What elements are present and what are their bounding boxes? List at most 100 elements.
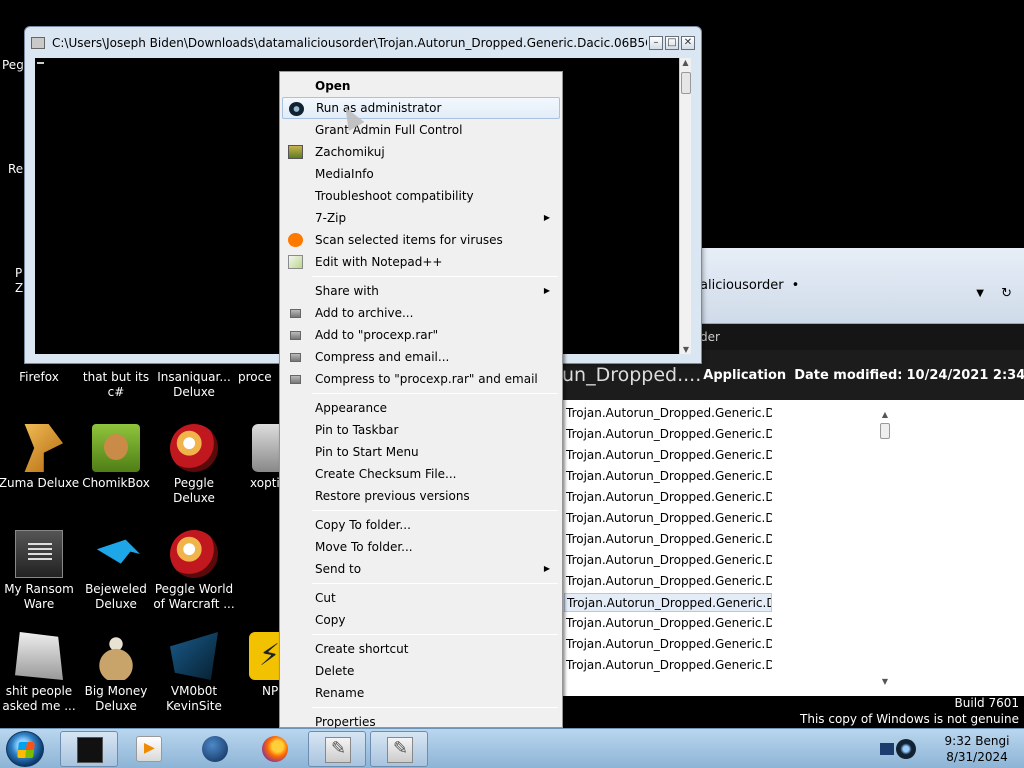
scroll-up-icon[interactable]: ▲	[878, 410, 892, 419]
scroll-thumb[interactable]	[880, 423, 890, 439]
menu-item-send-to[interactable]: Send to ▶	[282, 558, 560, 580]
menu-item-copy-to-folder[interactable]: Copy To folder...	[282, 514, 560, 536]
desktop-icon-procexp[interactable]: proce	[238, 370, 282, 385]
desktop-icon-label: shit people asked me ...	[2, 684, 76, 713]
scroll-up-icon[interactable]: ▲	[680, 58, 691, 67]
genuine-watermark: This copy of Windows is not genuine	[800, 712, 1019, 726]
file-list-item[interactable]: Trojan.Autorun_Dropped.Generic.Da...	[564, 530, 772, 549]
winrar-icon	[290, 309, 301, 318]
menu-item-appearance[interactable]: Appearance	[282, 397, 560, 419]
file-list-item[interactable]: Trojan.Autorun_Dropped.Generic.Da...	[564, 656, 772, 675]
desktop-icon-label: My Ransom Ware	[4, 582, 74, 611]
desktop-icon-bejeweled-deluxe[interactable]: Bejeweled Deluxe	[75, 530, 157, 612]
desktop-icon-xopti[interactable]: xopti	[244, 424, 284, 491]
firefox-task[interactable]	[246, 731, 304, 767]
notepad-task-1[interactable]	[308, 731, 366, 767]
shield-icon	[289, 102, 304, 116]
console-task[interactable]	[60, 731, 118, 767]
menu-item-7-zip[interactable]: 7-Zip ▶	[282, 207, 560, 229]
minimize-button[interactable]: –	[649, 36, 663, 50]
menu-item-restore-previous-versions[interactable]: Restore previous versions	[282, 485, 560, 507]
notepad-task-2[interactable]	[370, 731, 428, 767]
menu-item-rename[interactable]: Rename	[282, 682, 560, 704]
network-tray-icon[interactable]	[880, 737, 920, 761]
file-list-item[interactable]: Trojan.Autorun_Dropped.Generic.Da...	[564, 467, 772, 486]
details-date-label: Date modified:	[794, 367, 903, 383]
file-list-item[interactable]: Trojan.Autorun_Dropped.Generic.Da...	[564, 425, 772, 444]
menu-item-troubleshoot-compatibility[interactable]: Troubleshoot compatibility	[282, 185, 560, 207]
menu-separator	[312, 510, 558, 511]
maximize-button[interactable]: □	[665, 36, 679, 50]
scroll-down-icon[interactable]: ▼	[680, 345, 692, 354]
file-list-item[interactable]: Trojan.Autorun_Dropped.Generic.Da...	[564, 614, 772, 633]
file-list-item[interactable]: Trojan.Autorun_Dropped.Generic.Da...	[564, 509, 772, 528]
close-button[interactable]: ✕	[681, 36, 695, 50]
desktop-icon-chomikbox[interactable]: ChomikBox	[75, 424, 157, 491]
context-menu[interactable]: Open Run as administrator Grant Admin Full…	[279, 71, 563, 729]
menu-separator	[312, 634, 558, 635]
menu-item-create-shortcut[interactable]: Create shortcut	[282, 638, 560, 660]
globe-task[interactable]	[186, 731, 244, 767]
menu-item-label: Grant Admin Full Control	[315, 123, 463, 137]
desktop-icon-my-ransom-ware[interactable]: My Ransom Ware	[0, 530, 80, 612]
console-scrollbar[interactable]: ▲ ▼	[679, 58, 691, 354]
desktop-icon-that-but-its-csharp[interactable]: that but its c#	[75, 370, 157, 400]
menu-separator	[312, 583, 558, 584]
scroll-down-icon[interactable]: ▼	[878, 677, 892, 686]
file-list-item[interactable]: Trojan.Autorun_Dropped.Generic.Da...	[564, 551, 772, 570]
file-list-item[interactable]: Trojan.Autorun_Dropped.Generic.Da...	[564, 635, 772, 654]
menu-item-compress-to-procexp-rar-and-email[interactable]: Compress to "procexp.rar" and email	[282, 368, 560, 390]
taskbar-clock[interactable]: 9:32 Bengi 8/31/2024	[932, 733, 1022, 765]
chevron-down-icon[interactable]: ▼	[976, 288, 984, 299]
menu-item-label: Troubleshoot compatibility	[315, 189, 474, 203]
menu-item-add-to-archive[interactable]: Add to archive...	[282, 302, 560, 324]
menu-item-copy[interactable]: Copy	[282, 609, 560, 631]
menu-item-create-checksum-file[interactable]: Create Checksum File...	[282, 463, 560, 485]
desktop-icon-label: Peggle World of Warcraft ...	[153, 582, 235, 611]
desktop-partial-label: Re	[8, 162, 24, 176]
menu-item-mediainfo[interactable]: MediaInfo	[282, 163, 560, 185]
desktop-icon-label: NP	[262, 684, 279, 698]
refresh-icon[interactable]: ↻	[1001, 286, 1012, 301]
menu-item-label: Cut	[315, 591, 336, 605]
menu-item-share-with[interactable]: Share with ▶	[282, 280, 560, 302]
menu-item-compress-and-email[interactable]: Compress and email...	[282, 346, 560, 368]
vmbot-icon	[170, 632, 218, 680]
file-list-item[interactable]: Trojan.Autorun_Dropped.Generic.Da...	[564, 593, 772, 612]
menu-item-grant-admin-full-control[interactable]: Grant Admin Full Control	[282, 119, 560, 141]
menu-item-move-to-folder[interactable]: Move To folder...	[282, 536, 560, 558]
file-list-item[interactable]: Trojan.Autorun_Dropped.Generic.Da...	[564, 446, 772, 465]
menu-item-label: Compress and email...	[315, 350, 450, 364]
menu-item-edit-with-notepad[interactable]: Edit with Notepad++	[282, 251, 560, 273]
menu-item-open[interactable]: Open	[282, 75, 560, 97]
desktop-icon-peggle-wow[interactable]: Peggle World of Warcraft ...	[153, 530, 235, 612]
menu-item-label: Appearance	[315, 401, 388, 415]
file-list-scrollbar[interactable]: ▲ ▼	[878, 410, 892, 686]
desktop-icon-np[interactable]: NP	[244, 632, 280, 699]
menu-item-add-to-procexp-rar[interactable]: Add to "procexp.rar"	[282, 324, 560, 346]
media-player-task[interactable]	[120, 731, 178, 767]
menu-item-label: Edit with Notepad++	[315, 255, 443, 269]
desktop-icon-vm0b0t-kevinsite[interactable]: VM0b0t KevinSite	[153, 632, 235, 714]
desktop-icon-zuma-deluxe[interactable]: Zuma Deluxe	[0, 424, 80, 491]
menu-item-run-as-administrator[interactable]: Run as administrator	[282, 97, 560, 119]
menu-item-pin-to-start-menu[interactable]: Pin to Start Menu	[282, 441, 560, 463]
scroll-thumb[interactable]	[681, 72, 691, 94]
desktop-icon-label: proce	[238, 370, 272, 384]
desktop-icon-firefox[interactable]: Firefox	[0, 370, 80, 385]
file-list-item[interactable]: Trojan.Autorun_Dropped.Generic.Da...	[564, 572, 772, 591]
menu-item-delete[interactable]: Delete	[282, 660, 560, 682]
desktop-icon-insaniquarium[interactable]: Insaniquar... Deluxe	[153, 370, 235, 400]
file-list-item[interactable]: Trojan.Autorun_Dropped.Generic.Da...	[564, 488, 772, 507]
console-titlebar[interactable]: C:\Users\Joseph Biden\Downloads\datamali…	[25, 27, 701, 59]
start-button[interactable]	[6, 731, 44, 767]
menu-item-scan-selected-items-for-viruses[interactable]: Scan selected items for viruses	[282, 229, 560, 251]
menu-item-cut[interactable]: Cut	[282, 587, 560, 609]
desktop-icon-peggle-deluxe[interactable]: Peggle Deluxe	[153, 424, 235, 506]
globe-icon	[202, 736, 228, 762]
file-list-item[interactable]: Trojan.Autorun_Dropped.Generic.Da...	[564, 404, 772, 423]
menu-item-zachomikuj[interactable]: Zachomikuj	[282, 141, 560, 163]
desktop-icon-big-money-deluxe[interactable]: Big Money Deluxe	[75, 632, 157, 714]
desktop-icon-shit-people-asked-me[interactable]: shit people asked me ...	[0, 632, 80, 714]
menu-item-pin-to-taskbar[interactable]: Pin to Taskbar	[282, 419, 560, 441]
